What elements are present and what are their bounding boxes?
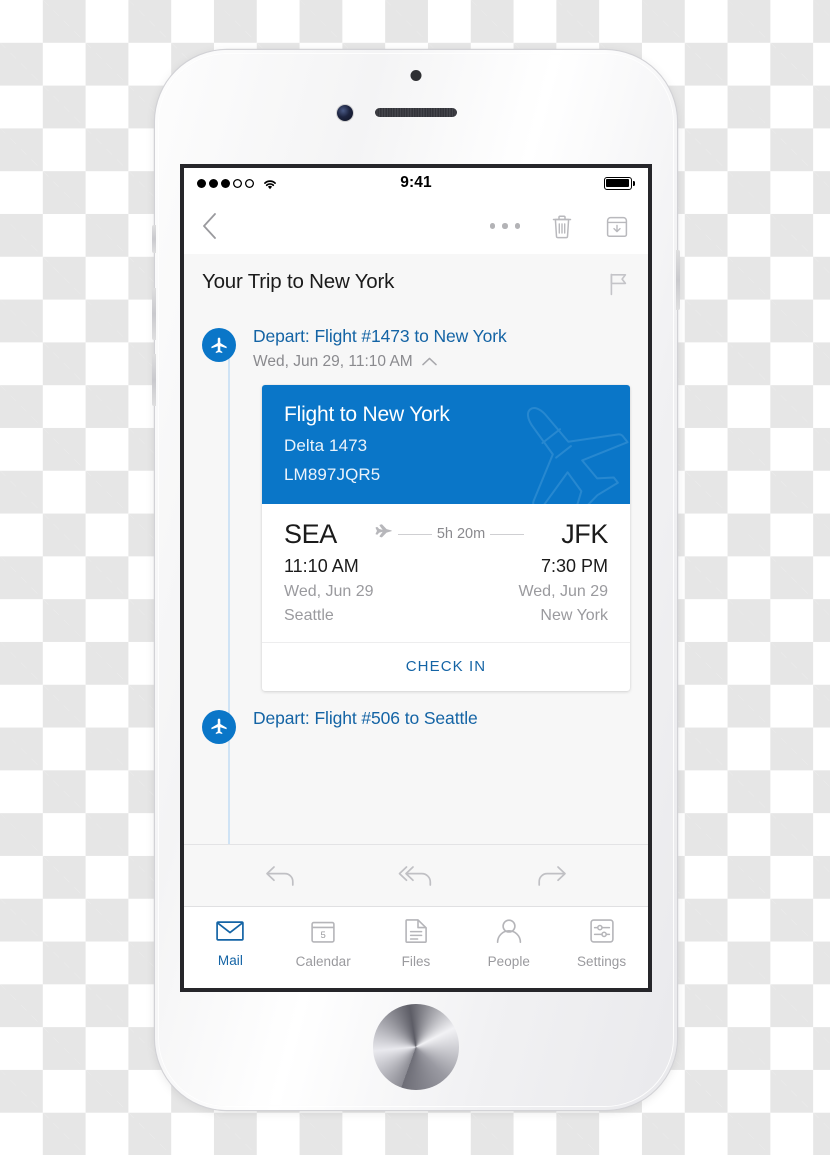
page-title: Your Trip to New York [202, 270, 395, 293]
trash-icon[interactable] [550, 213, 574, 240]
dates-row: Wed, Jun 29 Wed, Jun 29 [284, 583, 608, 601]
tab-calendar[interactable]: 5 Calendar [277, 920, 370, 969]
tab-mail[interactable]: Mail [184, 920, 277, 968]
archive-icon[interactable] [604, 213, 630, 240]
person-icon [496, 919, 522, 948]
chevron-left-icon [203, 213, 216, 239]
origin-city: Seattle [284, 606, 334, 624]
flight-link[interactable]: Depart: Flight #506 to Seattle [253, 708, 630, 730]
tab-settings[interactable]: Settings [555, 919, 648, 969]
flag-icon[interactable] [608, 272, 630, 301]
flight-datetime: Wed, Jun 29, 11:10 AM [253, 352, 413, 370]
tab-bar: Mail 5 Calendar Files People Settings [184, 906, 648, 981]
card-header: Flight to New York Delta 1473 LM897JQR5 [262, 384, 630, 504]
file-icon [405, 919, 427, 948]
card-carrier: Delta 1473 [284, 436, 368, 456]
status-time: 9:41 [400, 174, 432, 191]
phone-screen: 9:41 Your Trip to New York Depart: Fligh… [184, 168, 648, 988]
destination-city: New York [540, 606, 608, 624]
route-row: SEA 5h 20m JFK [284, 519, 608, 550]
flight-datetime-row: Wed, Jun 29, 11:10 AM [253, 353, 630, 371]
calendar-badge: 5 [320, 929, 326, 941]
reply-toolbar [184, 844, 648, 906]
tab-label: Mail [217, 953, 243, 968]
proximity-sensor-icon [410, 70, 422, 81]
card-confirmation: LM897JQR5 [284, 464, 381, 484]
tab-label: People [487, 954, 530, 969]
message-header: Your Trip to New York [184, 254, 648, 315]
tab-label: Settings [576, 954, 627, 969]
volume-up-button[interactable] [152, 288, 156, 340]
message-body: Depart: Flight #1473 to New York Wed, Ju… [184, 315, 648, 844]
cities-row: Seattle New York [284, 607, 608, 625]
message-toolbar [184, 198, 648, 254]
tab-files[interactable]: Files [370, 919, 463, 969]
power-button[interactable] [676, 250, 680, 310]
silent-switch[interactable] [152, 225, 156, 253]
times-row: 11:10 AM 7:30 PM [284, 556, 608, 577]
iphone-device: 9:41 Your Trip to New York Depart: Fligh… [152, 50, 680, 1110]
timeline-connector [228, 349, 230, 844]
arrive-time: 7:30 PM [540, 555, 608, 576]
sliders-icon [589, 919, 614, 948]
volume-down-button[interactable] [152, 354, 156, 406]
check-in-button[interactable]: CHECK IN [262, 641, 630, 691]
status-bar: 9:41 [184, 168, 648, 198]
depart-date: Wed, Jun 29 [284, 582, 374, 600]
destination-code: JFK [561, 518, 608, 549]
card-route-details: SEA 5h 20m JFK 11:10 AM 7:30 PM Wed, Jun… [262, 504, 630, 642]
depart-time: 11:10 AM [284, 555, 359, 576]
flight-duration: 5h 20m [436, 526, 486, 543]
reply-icon[interactable] [252, 856, 308, 896]
card-title: Flight to New York [284, 402, 450, 426]
front-camera-icon [337, 105, 353, 121]
mail-icon [216, 920, 245, 947]
tab-label: Files [401, 954, 431, 969]
tab-people[interactable]: People [462, 919, 555, 969]
flight-entry: Depart: Flight #506 to Seattle [184, 691, 648, 744]
flight-link[interactable]: Depart: Flight #1473 to New York [253, 326, 630, 348]
airplane-small-icon [374, 524, 393, 544]
flight-entry: Depart: Flight #1473 to New York Wed, Ju… [184, 315, 648, 371]
home-button[interactable] [373, 1004, 459, 1090]
reply-all-icon[interactable] [388, 856, 444, 896]
earpiece-speaker-icon [375, 108, 457, 117]
chevron-up-icon[interactable] [421, 353, 437, 371]
airplane-icon [202, 709, 236, 744]
tab-label: Calendar [295, 953, 351, 969]
calendar-icon: 5 [311, 920, 335, 948]
forward-icon[interactable] [524, 856, 580, 896]
arrive-date: Wed, Jun 29 [518, 582, 608, 600]
origin-code: SEA [284, 518, 337, 549]
boarding-pass-card[interactable]: Flight to New York Delta 1473 LM897JQR5 … [262, 384, 630, 691]
back-button[interactable] [202, 213, 217, 239]
duration-group: 5h 20m [337, 524, 561, 544]
more-horizontal-icon[interactable] [489, 223, 520, 229]
airplane-icon [202, 328, 236, 362]
